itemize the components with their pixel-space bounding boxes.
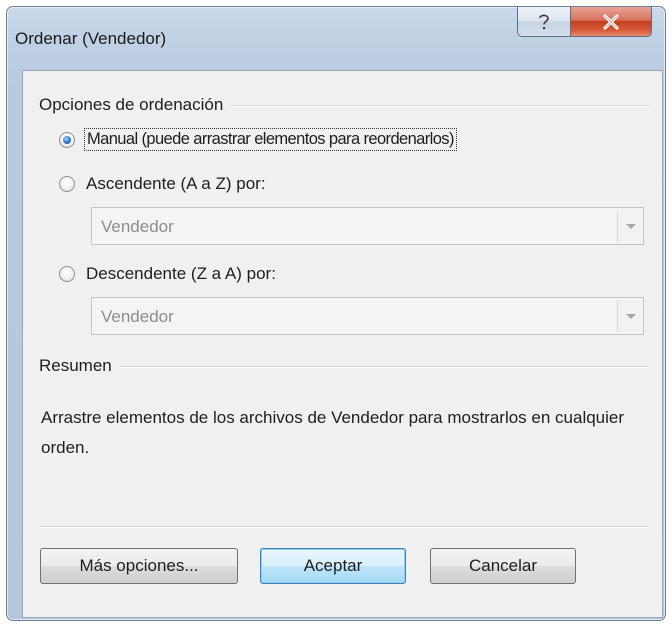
summary-divider: [39, 366, 649, 368]
summary-text: Arrastre elementos de los archivos de Ve…: [41, 408, 625, 457]
dialog-window: Ordenar (Vendedor) Opciones de ordenació…: [6, 6, 666, 621]
footer-divider: [39, 526, 649, 528]
dialog-title: Ordenar (Vendedor): [15, 29, 167, 48]
accept-button[interactable]: Aceptar: [260, 548, 406, 584]
dialog-body: Opciones de ordenación Manual (puede arr…: [22, 70, 663, 618]
more-options-button[interactable]: Más opciones...: [40, 548, 238, 584]
descending-field-select[interactable]: Vendedor: [91, 297, 644, 335]
radio-ascending[interactable]: Ascendente (A a Z) por:: [59, 174, 459, 198]
close-x-icon: [603, 13, 619, 30]
help-button[interactable]: [517, 7, 571, 37]
radio-descending-button[interactable]: [59, 266, 75, 282]
radio-descending[interactable]: Descendente (Z a A) por:: [59, 264, 459, 288]
title-bar[interactable]: Ordenar (Vendedor): [7, 7, 665, 65]
radio-manual[interactable]: Manual (puede arrastrar elementos para r…: [59, 128, 619, 154]
ascending-field-select[interactable]: Vendedor: [91, 207, 644, 245]
close-button[interactable]: [570, 7, 652, 37]
radio-ascending-label: Ascendente (A a Z) por:: [86, 174, 266, 193]
question-mark-icon: [539, 14, 549, 29]
cancel-button[interactable]: Cancelar: [430, 548, 576, 584]
radio-manual-button[interactable]: [59, 132, 75, 148]
radio-descending-label: Descendente (Z a A) por:: [86, 264, 276, 283]
radio-ascending-button[interactable]: [59, 176, 75, 192]
descending-field-value: Vendedor: [101, 307, 174, 326]
sort-options-heading: Opciones de ordenación: [39, 95, 232, 115]
chevron-down-icon[interactable]: [617, 300, 641, 332]
summary-heading: Resumen: [39, 356, 120, 376]
ascending-field-value: Vendedor: [101, 217, 174, 236]
radio-manual-label: Manual (puede arrastrar elementos para r…: [84, 128, 457, 151]
chevron-down-icon[interactable]: [617, 210, 641, 242]
